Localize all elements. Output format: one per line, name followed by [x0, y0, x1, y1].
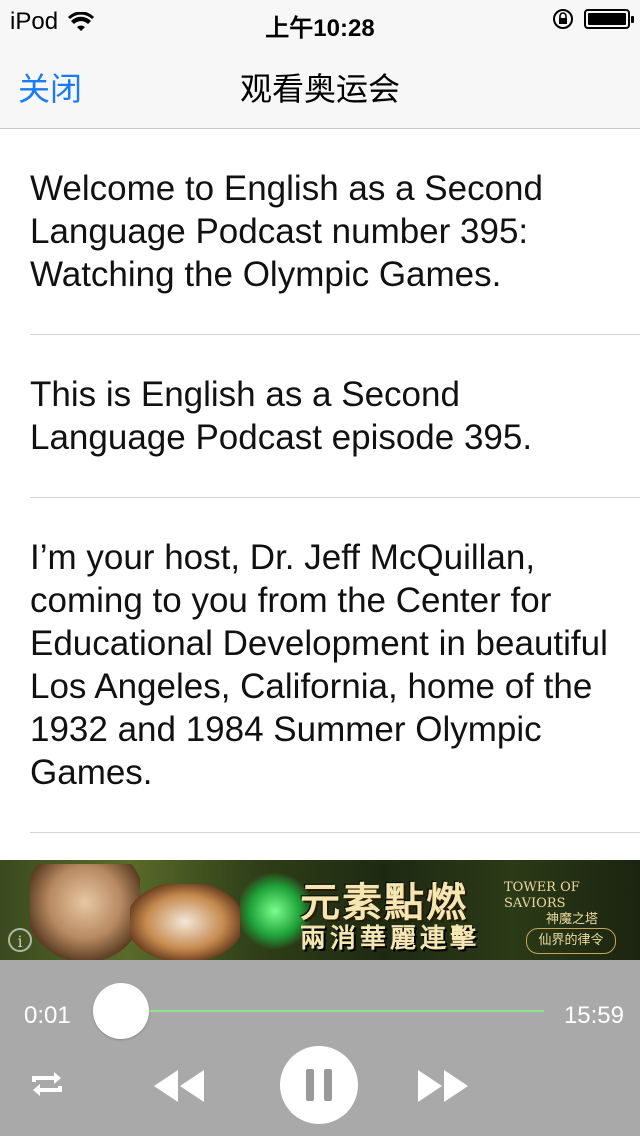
total-time: 15:59: [563, 1002, 624, 1029]
ad-subline: 兩消華麗連擊: [300, 924, 481, 954]
transcript-paragraph[interactable]: This is English as a Second Language Pod…: [30, 335, 640, 498]
transcript-paragraph[interactable]: Welcome to English as a Second Language …: [30, 129, 640, 335]
status-time: 上午10:28: [265, 15, 375, 42]
ad-character-image: [30, 864, 140, 960]
elapsed-time: 0:01: [24, 1002, 71, 1029]
pause-button[interactable]: [280, 1046, 358, 1124]
status-bar: iPod 上午10:28: [0, 0, 640, 42]
transcript-list[interactable]: Welcome to English as a Second Language …: [0, 129, 640, 860]
ad-brand-cn: 神魔之塔: [545, 912, 598, 927]
rotation-lock-icon: [552, 8, 574, 30]
progress-thumb[interactable]: [93, 983, 149, 1039]
transcript-paragraph[interactable]: I’m your host, Dr. Jeff McQuillan, comin…: [30, 498, 640, 833]
ad-dog-image: [130, 884, 240, 960]
player-controls: 0:01 15:59: [0, 960, 640, 1136]
navigation-bar: 关闭 观看奥运会: [0, 40, 640, 129]
info-icon[interactable]: i: [8, 928, 32, 952]
ad-brand: TOWER OF SAVIORS 神魔之塔: [504, 880, 640, 928]
fast-forward-icon[interactable]: [416, 1066, 472, 1111]
ad-banner[interactable]: i 元素點燃 兩消華麗連擊 TOWER OF SAVIORS 神魔之塔 仙界的律…: [0, 860, 640, 960]
repeat-icon[interactable]: [30, 1070, 64, 1103]
status-right: [552, 8, 634, 30]
ad-brand-en: TOWER OF SAVIORS: [504, 880, 580, 911]
rewind-icon[interactable]: [150, 1066, 206, 1111]
progress-track[interactable]: [120, 1010, 544, 1012]
battery-icon: [584, 9, 634, 29]
page-title: 观看奥运会: [239, 70, 400, 108]
ad-badge: 仙界的律令: [526, 928, 616, 954]
pause-icon: [306, 1069, 332, 1101]
